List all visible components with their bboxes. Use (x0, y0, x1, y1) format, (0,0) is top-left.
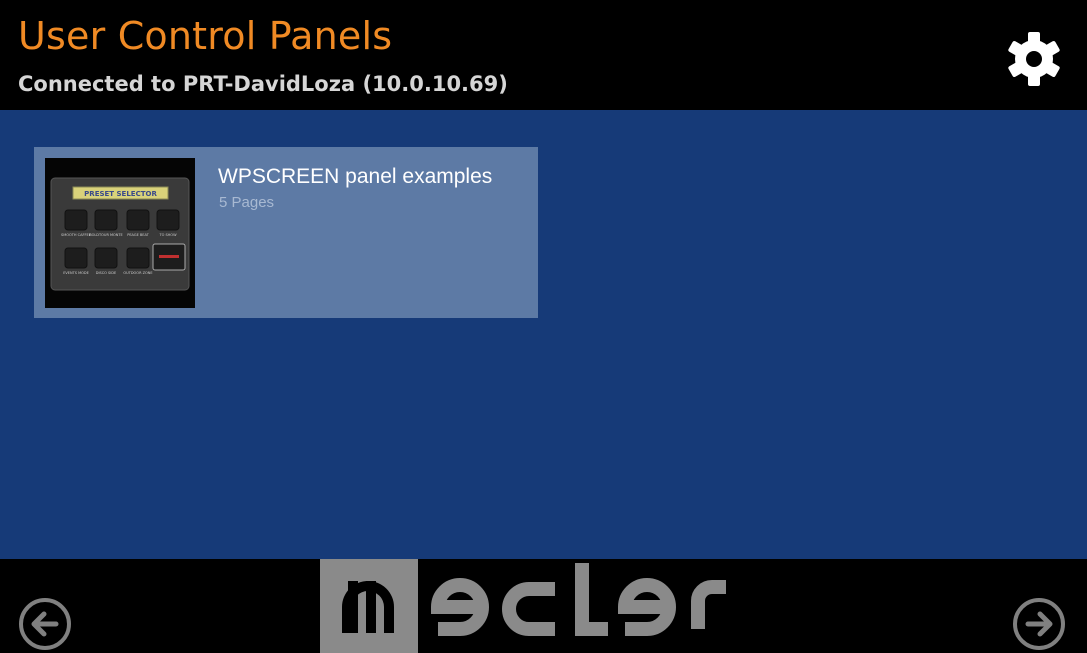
thumb-btn-label: DISCO SIDE (96, 271, 116, 275)
thumb-btn-label: PEAGE BEAT (127, 233, 149, 237)
panel-list-area: PRESET SELECTOR SMOOTH CAFFEE BOLDTOUR M… (0, 110, 1087, 559)
thumb-btn-label: BOLDTOUR MONTE (89, 233, 122, 237)
page-title: User Control Panels (18, 14, 393, 58)
footer-bar (0, 559, 1087, 653)
thumbnail-preview: PRESET SELECTOR SMOOTH CAFFEE BOLDTOUR M… (45, 158, 195, 308)
arrow-right-icon[interactable] (1012, 597, 1066, 651)
arrow-left-icon[interactable] (18, 597, 72, 651)
thumbnail-heading: PRESET SELECTOR (84, 190, 157, 198)
connection-status: Connected to PRT-DavidLoza (10.0.10.69) (18, 72, 508, 96)
panel-page-count: 5 Pages (219, 194, 275, 211)
panel-item[interactable]: PRESET SELECTOR SMOOTH CAFFEE BOLDTOUR M… (34, 147, 538, 318)
panel-thumbnail: PRESET SELECTOR SMOOTH CAFFEE BOLDTOUR M… (45, 158, 195, 308)
thumb-btn-label: SMOOTH CAFFEE (61, 233, 91, 237)
thumb-btn-label: TO SHOW (158, 233, 177, 237)
thumb-btn-label: EVENTS MODE (63, 271, 89, 275)
header-bar: User Control Panels Connected to PRT-Dav… (0, 0, 1087, 110)
ecler-logo (320, 559, 726, 653)
gear-icon[interactable] (1006, 31, 1062, 87)
panel-name: WPSCREEN panel examples (218, 165, 493, 188)
thumb-btn-label: OUTDOOR ZONE (123, 271, 152, 275)
